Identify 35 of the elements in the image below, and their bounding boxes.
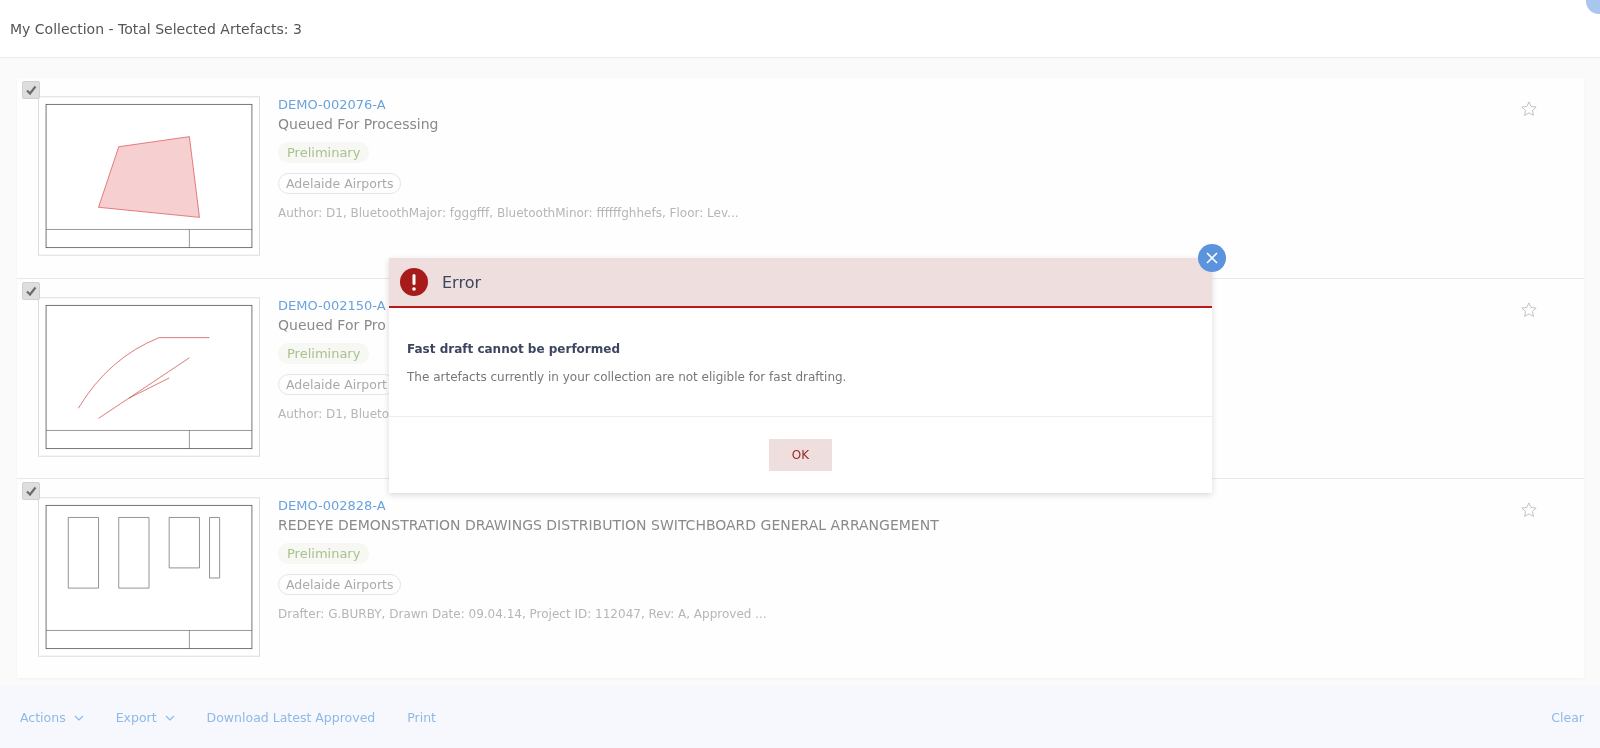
caret-icon [164,714,175,721]
ok-button[interactable]: OK [768,439,833,471]
artefact-title: REDEYE DEMONSTRATION DRAWINGS DISTRIBUTION SWITCHBOARD GENERAL ARRANGEMENT [278,517,939,533]
checkbox[interactable] [22,282,40,300]
artefact-metadata: Author: D1, Blueto [278,407,390,421]
error-heading: Fast draft cannot be performed [407,342,620,356]
clear-link[interactable]: Clear [1551,710,1584,725]
footer-link[interactable]: Download Latest Approved [206,710,376,725]
star-icon[interactable] [1520,100,1538,118]
artefact-metadata: Drafter: G.BURBY, Drawn Date: 09.04.14, Project ID: 112047, Rev: A, Approved ... [278,607,767,621]
drawing-thumbnail[interactable] [38,497,260,657]
artefact-title: Queued For Processing [278,116,439,132]
caret-icon [73,714,84,721]
drawing-thumbnail[interactable] [38,297,260,457]
dropdown-button[interactable]: Actions [20,710,84,725]
dialog-title: Error [442,272,481,292]
artefact-title: Queued For Pro [278,317,386,333]
artefact-metadata: Author: D1, BluetoothMajor: fgggfff, BluetoothMinor: ffffffghhefs, Floor: Lev... [278,206,739,220]
error-message: The artefacts currently in your collection are not eligible for fast drafting. [407,370,847,384]
dropdown-button[interactable]: Export [115,710,175,725]
checkbox[interactable] [22,482,40,500]
artefact-link[interactable]: DEMO-002828-A [278,498,386,513]
error-icon [400,268,428,296]
close-icon[interactable] [1198,244,1226,272]
drawing-thumbnail[interactable] [38,96,260,256]
status-tag: Preliminary [278,543,370,564]
status-tag: Preliminary [278,343,370,364]
status-tag: Preliminary [278,142,370,163]
star-icon[interactable] [1520,301,1538,319]
artefact-link[interactable]: DEMO-002076-A [278,97,386,112]
footer-link[interactable]: Print [407,710,437,725]
page-title: My Collection - Total Selected Artefacts: 3 [10,20,302,37]
checkbox[interactable] [22,81,40,99]
artefact-link[interactable]: DEMO-002150-A [278,298,386,313]
star-icon[interactable] [1520,501,1538,519]
